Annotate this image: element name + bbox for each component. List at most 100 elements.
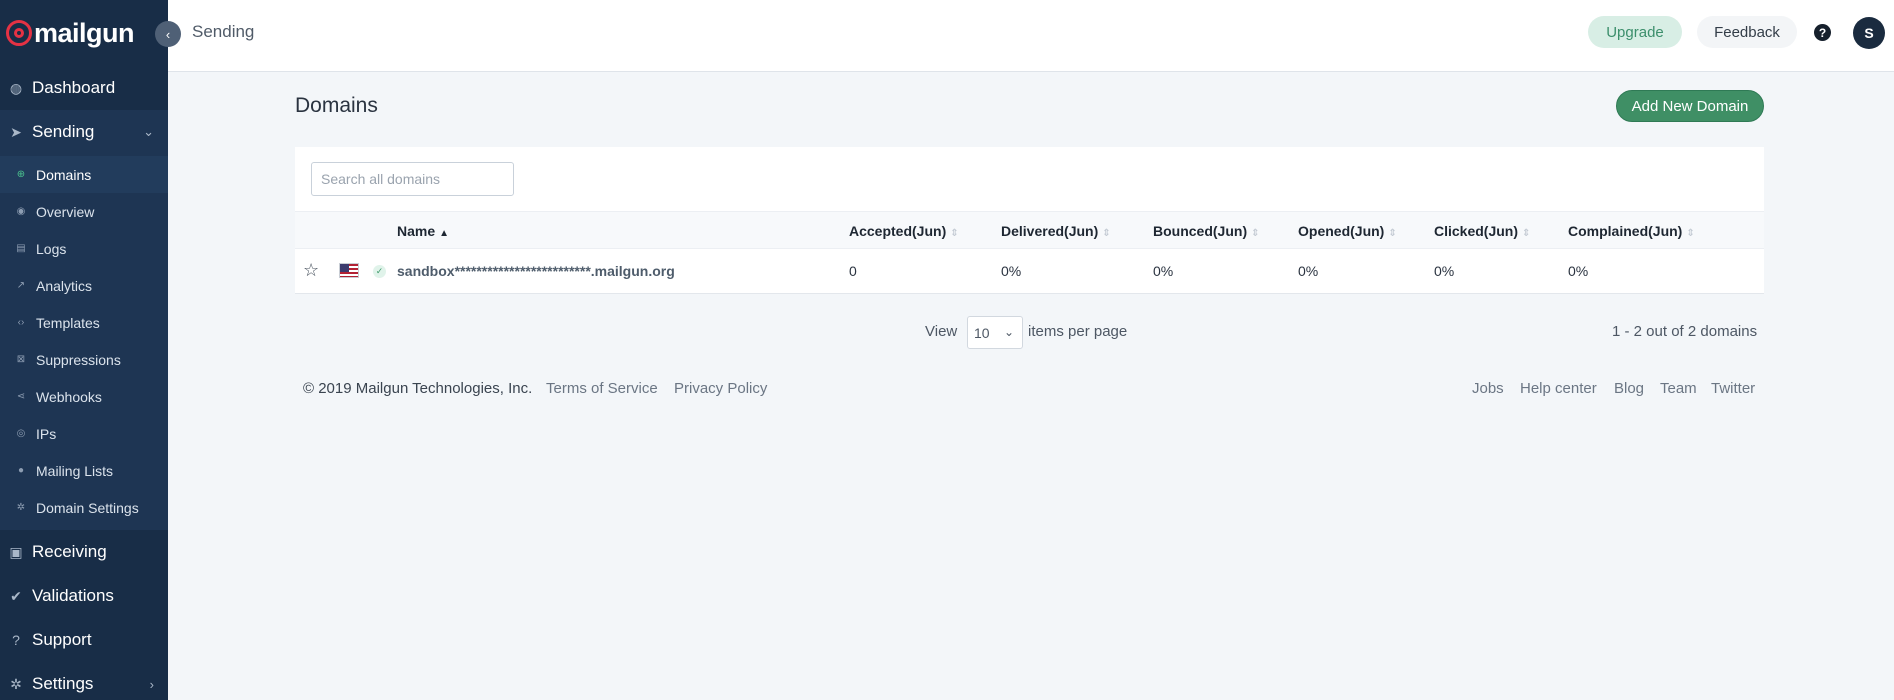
sort-icon: ⇕ bbox=[950, 228, 959, 239]
paper-plane-icon: ➤ bbox=[10, 123, 22, 140]
delivered-value: 0% bbox=[1001, 263, 1022, 279]
sidebar-item-label: Domains bbox=[36, 166, 92, 183]
column-header-delivered[interactable]: Delivered(Jun) ⇕ bbox=[1001, 223, 1111, 239]
sidebar-item-label: Analytics bbox=[36, 277, 93, 294]
copyright: © 2019 Mailgun Technologies, Inc. bbox=[303, 380, 533, 397]
sidebar-item-label: IPs bbox=[36, 425, 57, 442]
cog-icon: ✲ bbox=[16, 502, 26, 513]
sort-icon: ⇕ bbox=[1522, 228, 1531, 239]
user-check-icon: ✔ bbox=[10, 587, 22, 604]
sidebar-item-receiving[interactable]: ▣ Receiving bbox=[0, 530, 168, 574]
chevron-down-icon: ⌄ bbox=[143, 124, 154, 139]
terms-of-service-link[interactable]: Terms of Service bbox=[546, 380, 658, 397]
mailgun-logo-icon bbox=[6, 20, 32, 46]
help-center-link[interactable]: Help center bbox=[1520, 380, 1597, 397]
sidebar-item-webhooks[interactable]: ⋖ Webhooks bbox=[0, 378, 168, 415]
sidebar-item-ips[interactable]: ◎ IPs bbox=[0, 415, 168, 452]
chevron-right-icon: › bbox=[149, 676, 154, 692]
table-row: ☆ ✓ sandbox*************************.mai… bbox=[295, 249, 1764, 293]
bounced-value: 0% bbox=[1153, 263, 1174, 279]
sort-icon: ⇕ bbox=[1388, 228, 1397, 239]
inbox-icon: ▣ bbox=[9, 543, 23, 560]
page-title: Domains bbox=[295, 94, 378, 117]
sort-ascending-icon: ▲ bbox=[439, 228, 450, 239]
avatar[interactable]: S bbox=[1853, 17, 1885, 49]
upgrade-button[interactable]: Upgrade bbox=[1588, 16, 1682, 48]
eye-icon: ◉ bbox=[16, 206, 26, 217]
clicked-value: 0% bbox=[1434, 263, 1455, 279]
trend-icon: ↗ bbox=[16, 280, 26, 291]
sidebar: mailgun ◍ Dashboard ➤ Sending ⌄ ⊕ Domain… bbox=[0, 0, 168, 700]
sidebar-item-suppressions[interactable]: ⊠ Suppressions bbox=[0, 341, 168, 378]
table-header: Name ▲ Accepted(Jun) ⇕ Delivered(Jun) ⇕ Bou… bbox=[295, 211, 1764, 249]
mailgun-logo[interactable]: mailgun bbox=[0, 0, 168, 66]
view-label: View bbox=[925, 323, 958, 340]
star-icon[interactable]: ☆ bbox=[303, 260, 319, 281]
sidebar-item-templates[interactable]: ‹› Templates bbox=[0, 304, 168, 341]
complained-value: 0% bbox=[1568, 263, 1589, 279]
opened-value: 0% bbox=[1298, 263, 1319, 279]
items-per-page-select[interactable]: 10 ⌄ bbox=[967, 316, 1023, 349]
document-icon: ▤ bbox=[16, 243, 26, 254]
team-link[interactable]: Team bbox=[1660, 380, 1697, 397]
us-flag-icon bbox=[339, 263, 359, 278]
jobs-link[interactable]: Jobs bbox=[1472, 380, 1504, 397]
code-icon: ‹› bbox=[17, 317, 25, 328]
sidebar-item-dashboard[interactable]: ◍ Dashboard bbox=[0, 66, 168, 110]
accepted-value: 0 bbox=[849, 263, 857, 279]
breadcrumb: Sending bbox=[192, 22, 255, 41]
sidebar-item-logs[interactable]: ▤ Logs bbox=[0, 230, 168, 267]
sidebar-item-validations[interactable]: ✔ Validations bbox=[0, 574, 168, 618]
sort-icon: ⇕ bbox=[1686, 228, 1695, 239]
sidebar-item-label: Templates bbox=[36, 314, 100, 331]
sidebar-item-label: Dashboard bbox=[32, 78, 116, 97]
top-bar: ‹ Sending Upgrade Feedback ? S bbox=[155, 0, 1894, 72]
column-header-bounced[interactable]: Bounced(Jun) ⇕ bbox=[1153, 223, 1260, 239]
globe-icon: ⊕ bbox=[16, 169, 26, 180]
sidebar-item-sending[interactable]: ➤ Sending ⌄ bbox=[0, 110, 168, 154]
column-header-opened[interactable]: Opened(Jun) ⇕ bbox=[1298, 223, 1397, 239]
sidebar-item-settings[interactable]: ✲ Settings › bbox=[0, 662, 168, 700]
block-icon: ⊠ bbox=[16, 354, 26, 365]
gear-icon: ✲ bbox=[10, 675, 22, 692]
privacy-policy-link[interactable]: Privacy Policy bbox=[674, 380, 767, 397]
domain-count: 1 - 2 out of 2 domains bbox=[1612, 323, 1758, 340]
sidebar-item-overview[interactable]: ◉ Overview bbox=[0, 193, 168, 230]
sort-icon: ⇕ bbox=[1102, 228, 1111, 239]
collapse-sidebar-button[interactable]: ‹ bbox=[155, 21, 181, 47]
sidebar-item-label: Receiving bbox=[32, 542, 107, 561]
column-header-complained[interactable]: Complained(Jun) ⇕ bbox=[1568, 223, 1695, 239]
sidebar-item-label: Logs bbox=[36, 240, 67, 257]
per-page-value: 10 bbox=[974, 324, 990, 341]
sidebar-item-domain-settings[interactable]: ✲ Domain Settings bbox=[0, 489, 168, 526]
column-header-accepted[interactable]: Accepted(Jun) ⇕ bbox=[849, 223, 959, 239]
sidebar-item-label: Settings bbox=[32, 674, 94, 693]
sidebar-item-label: Suppressions bbox=[36, 351, 121, 368]
sidebar-item-label: Overview bbox=[36, 203, 95, 220]
help-icon[interactable]: ? bbox=[1814, 24, 1831, 41]
column-header-name[interactable]: Name ▲ bbox=[397, 223, 449, 239]
column-header-clicked[interactable]: Clicked(Jun) ⇕ bbox=[1434, 223, 1530, 239]
sort-icon: ⇕ bbox=[1251, 228, 1260, 239]
domain-link[interactable]: sandbox*************************.mailgun… bbox=[397, 263, 675, 279]
question-circle-icon: ? bbox=[12, 632, 20, 648]
sidebar-item-label: Validations bbox=[32, 586, 114, 605]
verified-check-icon: ✓ bbox=[373, 265, 386, 278]
sidebar-item-label: Domain Settings bbox=[36, 499, 139, 516]
sidebar-item-analytics[interactable]: ↗ Analytics bbox=[0, 267, 168, 304]
chevron-down-icon: ⌄ bbox=[1003, 325, 1014, 339]
items-per-page-label: items per page bbox=[1028, 323, 1128, 340]
sidebar-item-label: Support bbox=[32, 630, 92, 649]
feedback-button[interactable]: Feedback bbox=[1697, 16, 1797, 48]
add-new-domain-button[interactable]: Add New Domain bbox=[1616, 90, 1764, 122]
sidebar-item-mailing-lists[interactable]: ● Mailing Lists bbox=[0, 452, 168, 489]
search-input[interactable] bbox=[311, 162, 514, 196]
sidebar-item-domains[interactable]: ⊕ Domains bbox=[0, 156, 168, 193]
person-icon: ● bbox=[17, 465, 25, 476]
twitter-link[interactable]: Twitter bbox=[1711, 380, 1755, 397]
sidebar-item-support[interactable]: ? Support bbox=[0, 618, 168, 662]
sending-subnav: ⊕ Domains ◉ Overview ▤ Logs ↗ Analytics … bbox=[0, 154, 168, 530]
brand-name: mailgun bbox=[34, 17, 135, 48]
location-pin-icon: ◎ bbox=[16, 428, 26, 439]
blog-link[interactable]: Blog bbox=[1614, 380, 1644, 397]
